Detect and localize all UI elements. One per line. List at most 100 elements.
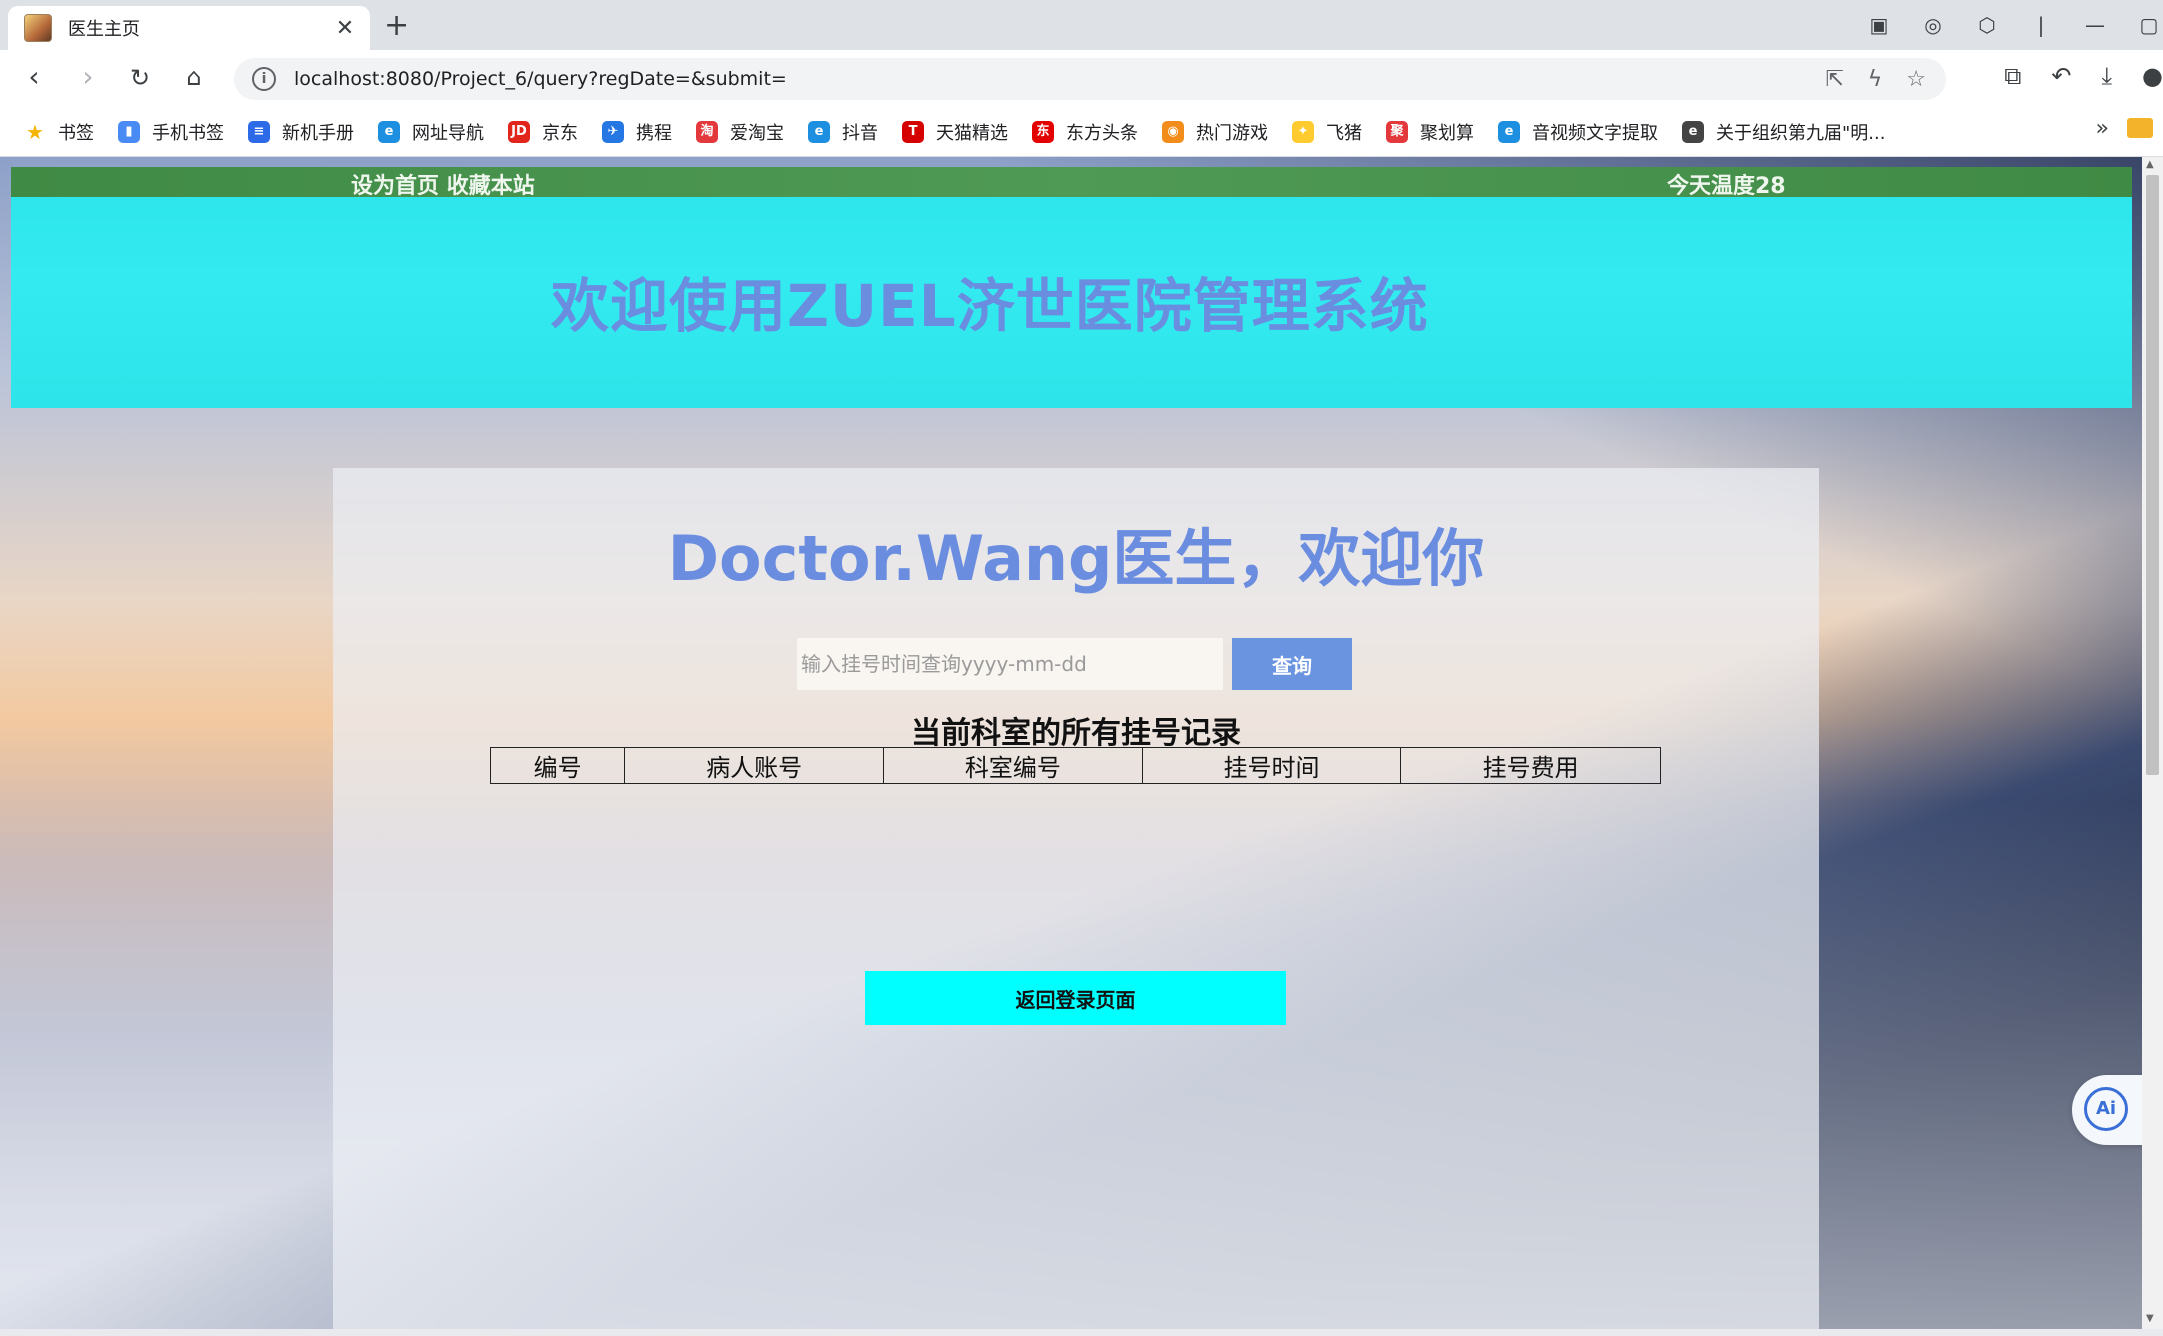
- share-icon[interactable]: ⇱: [1825, 67, 1843, 92]
- bookmark-item[interactable]: e 音视频文字提取: [1498, 119, 1658, 145]
- header-register-time: 挂号时间: [1141, 747, 1402, 784]
- download-icon[interactable]: ⤓: [2101, 62, 2112, 90]
- phone-icon: ▮: [118, 121, 140, 143]
- back-arrow-icon[interactable]: ‹: [14, 60, 54, 93]
- bookmark-item[interactable]: ✈ 携程: [602, 119, 672, 145]
- tab-strip: 医生主页 ✕ + ▣ ◎ ⬡ | — ▢: [0, 0, 2163, 50]
- bookmark-label: 抖音: [842, 123, 878, 144]
- maximize-icon[interactable]: ▢: [2135, 13, 2163, 37]
- bookmark-item[interactable]: JD 京东: [508, 119, 578, 145]
- bookmark-label: 聚划算: [1420, 123, 1474, 144]
- bookmark-label: 手机书签: [152, 123, 224, 144]
- bookmark-label: 音视频文字提取: [1532, 123, 1658, 144]
- bookmark-item[interactable]: ▮ 手机书签: [118, 119, 224, 145]
- bookmark-label: 京东: [542, 123, 578, 144]
- main-panel: Doctor.Wang医生，欢迎你 查询 当前科室的所有挂号记录 编号 病人账号…: [333, 468, 1819, 1329]
- active-tab[interactable]: 医生主页 ✕: [8, 6, 370, 50]
- forward-arrow-icon[interactable]: ›: [68, 60, 108, 93]
- folder-icon[interactable]: [2127, 118, 2153, 138]
- incognito-icon[interactable]: ◎: [1919, 13, 1947, 37]
- header-register-fee: 挂号费用: [1400, 747, 1661, 784]
- divider-icon: |: [2037, 13, 2045, 37]
- window-controls: ▣ ◎ ⬡ | — ▢: [1865, 6, 2163, 44]
- bookmark-item[interactable]: e 网址导航: [378, 119, 484, 145]
- bookmark-item[interactable]: ★ 书签: [24, 119, 94, 145]
- jd-icon: JD: [508, 121, 530, 143]
- fliggy-icon: ✦: [1292, 121, 1314, 143]
- favicon-icon: [24, 14, 52, 42]
- home-icon[interactable]: ⌂: [174, 63, 214, 91]
- e-icon: e: [1682, 121, 1704, 143]
- scroll-down-icon[interactable]: ▼: [2146, 1313, 2154, 1324]
- scrollbar-thumb[interactable]: [2146, 175, 2159, 775]
- top-bar: 设为首页 收藏本站 今天温度28: [11, 167, 2132, 199]
- ai-icon: Ai: [2084, 1087, 2128, 1131]
- bookmark-item[interactable]: 聚聚划算: [1386, 119, 1474, 145]
- star-icon: ★: [26, 120, 44, 144]
- profile-icon[interactable]: ●: [2142, 62, 2163, 90]
- bookmark-item[interactable]: 淘爱淘宝: [696, 119, 784, 145]
- scroll-up-icon[interactable]: ▲: [2146, 159, 2154, 170]
- query-button[interactable]: 查询: [1232, 638, 1352, 690]
- bookmark-label: 书签: [58, 123, 94, 144]
- undo-icon[interactable]: ↶: [2051, 62, 2071, 90]
- e-icon: e: [1498, 121, 1520, 143]
- site-info-icon[interactable]: i: [252, 67, 276, 91]
- ai-assistant-button[interactable]: Ai: [2072, 1075, 2142, 1145]
- tmall-icon: T: [902, 121, 924, 143]
- bookmark-label: 新机手册: [282, 123, 354, 144]
- lightning-icon[interactable]: ϟ: [1868, 67, 1883, 92]
- extensions-icon[interactable]: ⧉: [2004, 62, 2021, 90]
- bookmark-item[interactable]: ◉ 热门游戏: [1162, 119, 1268, 145]
- browser-toolbar: ‹ › ↻ ⌂ i localhost:8080/Project_6/query…: [0, 50, 2163, 108]
- temperature-text: 今天温度28: [1667, 174, 1786, 199]
- reload-icon[interactable]: ↻: [120, 64, 160, 92]
- table-header-row: 编号 病人账号 科室编号 挂号时间 挂号费用: [489, 747, 1661, 784]
- bookmark-item[interactable]: e 抖音: [808, 119, 878, 145]
- bookmarks-bar: ★ 书签 ▮ 手机书签 ≡ 新机手册 e 网址导航 JD 京东 ✈ 携程 淘爱淘宝 e 抖音 T 天猫精选 东东方…: [0, 108, 2163, 157]
- close-tab-icon[interactable]: ✕: [330, 16, 360, 41]
- records-table: 编号 病人账号 科室编号 挂号时间 挂号费用: [489, 747, 1661, 784]
- game-icon: ◉: [1162, 121, 1184, 143]
- header-patient-account: 病人账号: [624, 747, 885, 784]
- e-icon: e: [808, 121, 830, 143]
- page-viewport: 设为首页 收藏本站 今天温度28 欢迎使用ZUEL济世医院管理系统 Doctor…: [0, 157, 2142, 1329]
- bookmark-item[interactable]: ✦ 飞猪: [1292, 119, 1362, 145]
- bookmark-label: 爱淘宝: [730, 123, 784, 144]
- bookmark-label: 东方头条: [1066, 123, 1138, 144]
- bookmark-label: 关于组织第九届"明...: [1716, 123, 1886, 144]
- ju-icon: 聚: [1386, 121, 1408, 143]
- bookmarks-more-icon[interactable]: »: [2096, 116, 2109, 141]
- bookmark-item[interactable]: T 天猫精选: [902, 119, 1008, 145]
- doc-icon: ≡: [248, 121, 270, 143]
- taobao-icon: 淘: [696, 121, 718, 143]
- bookmark-site-link[interactable]: 收藏本站: [447, 174, 535, 199]
- ctrip-icon: ✈: [602, 121, 624, 143]
- bookmark-item[interactable]: 东东方头条: [1032, 119, 1138, 145]
- new-tab-button[interactable]: +: [384, 8, 409, 43]
- header-id: 编号: [489, 747, 626, 784]
- date-search-input[interactable]: [797, 638, 1223, 690]
- header-banner: 欢迎使用ZUEL济世医院管理系统: [11, 197, 2132, 408]
- system-title: 欢迎使用ZUEL济世医院管理系统: [551, 272, 1429, 340]
- minimize-icon[interactable]: —: [2081, 13, 2109, 37]
- tab-count-icon[interactable]: ▣: [1865, 13, 1893, 37]
- header-department-id: 科室编号: [883, 747, 1143, 784]
- bookmark-item[interactable]: ≡ 新机手册: [248, 119, 354, 145]
- bookmark-label: 网址导航: [412, 123, 484, 144]
- extension-icon[interactable]: ⬡: [1973, 13, 2001, 37]
- bookmark-label: 热门游戏: [1196, 123, 1268, 144]
- horizontal-scrollbar[interactable]: [0, 1329, 2163, 1336]
- e-icon: e: [378, 121, 400, 143]
- bookmark-item[interactable]: e 关于组织第九届"明...: [1682, 119, 1885, 145]
- address-bar[interactable]: i localhost:8080/Project_6/query?regDate…: [234, 58, 1946, 100]
- dftt-icon: 东: [1032, 121, 1054, 143]
- welcome-heading: Doctor.Wang医生，欢迎你: [667, 522, 1485, 595]
- back-to-login-button[interactable]: 返回登录页面: [865, 971, 1286, 1025]
- bookmark-label: 携程: [636, 123, 672, 144]
- vertical-scrollbar[interactable]: ▲ ▼: [2142, 157, 2163, 1329]
- url-text[interactable]: localhost:8080/Project_6/query?regDate=&…: [294, 68, 1825, 90]
- set-homepage-link[interactable]: 设为首页: [351, 174, 439, 199]
- tab-title: 医生主页: [68, 19, 140, 40]
- bookmark-star-icon[interactable]: ☆: [1906, 67, 1926, 92]
